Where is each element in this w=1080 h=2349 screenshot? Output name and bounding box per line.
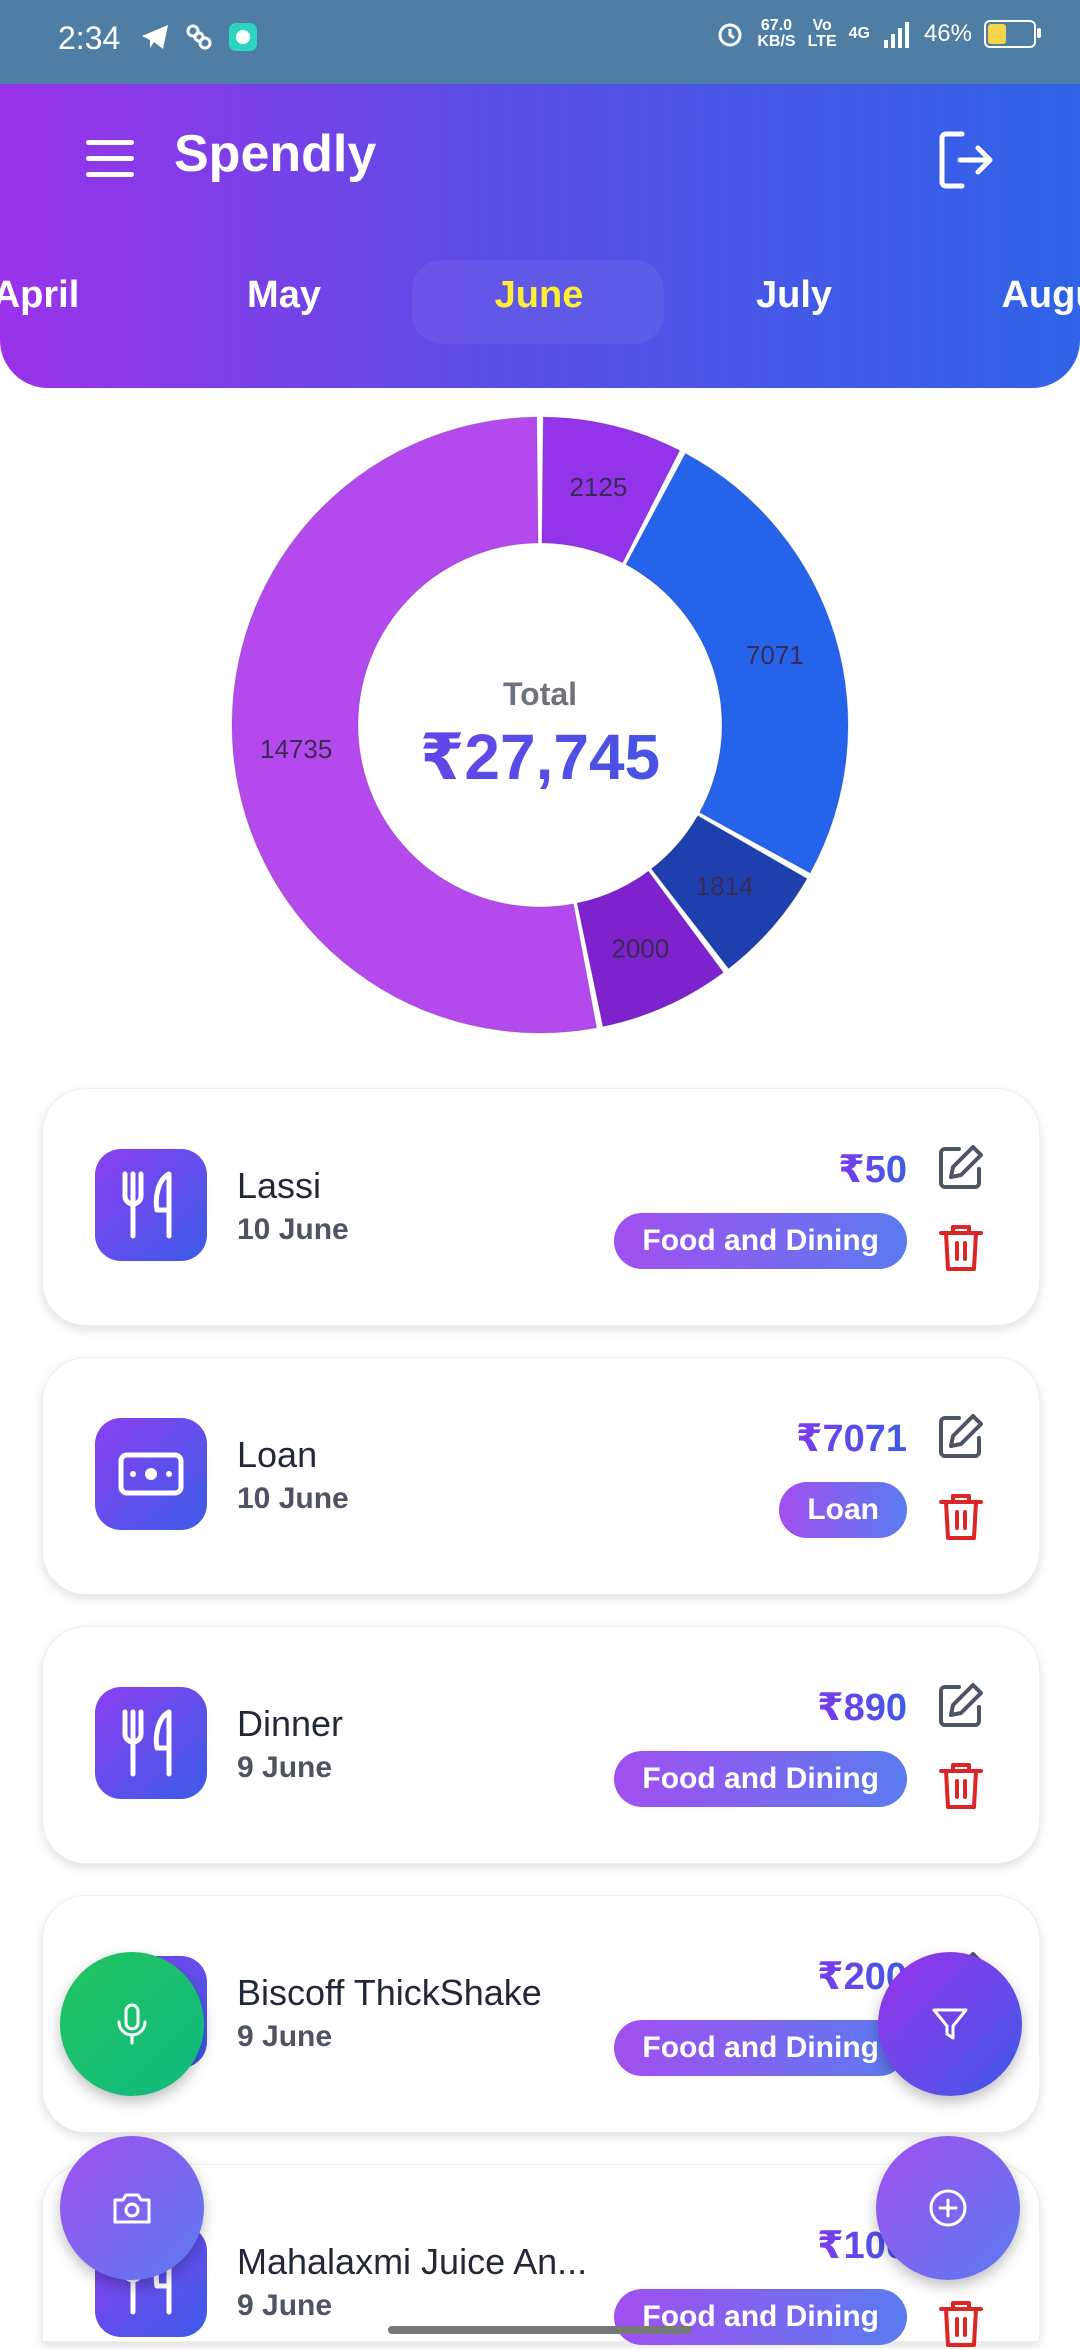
category-badge: Food and Dining — [614, 1751, 907, 1807]
status-right: 67.0 KB/S Vo LTE 4G 46% — [715, 18, 1041, 50]
notification-icons — [140, 22, 258, 52]
delete-icon[interactable] — [937, 1759, 985, 1811]
net-speed: 67.0 KB/S — [757, 18, 795, 50]
delete-icon[interactable] — [937, 2297, 985, 2349]
camera-icon — [113, 2193, 151, 2224]
total-label: Total — [502, 676, 578, 712]
volte-top: Vo — [812, 17, 832, 34]
menu-icon[interactable] — [86, 140, 134, 180]
home-indicator — [388, 2326, 692, 2334]
expense-date: 10 June — [237, 1213, 349, 1246]
battery-fill — [988, 24, 1006, 44]
edit-icon[interactable] — [935, 1141, 987, 1193]
telegram-icon — [142, 25, 168, 49]
expense-name: Dinner — [237, 1703, 344, 1744]
expense-name: Mahalaxmi Juice An... — [237, 2241, 588, 2282]
cash-icon — [95, 1418, 207, 1530]
expense-date: 10 June — [237, 1482, 349, 1515]
scan-receipt-button[interactable] — [60, 2136, 204, 2280]
slice-label: 1814 — [696, 871, 754, 901]
signal-icon — [883, 22, 909, 48]
voice-input-button[interactable] — [60, 1952, 204, 2096]
volte-bottom: LTE — [807, 33, 837, 50]
month-tab-august[interactable]: Augu — [1001, 274, 1080, 317]
expense-name: Loan — [237, 1434, 318, 1475]
category-badge: Food and Dining — [614, 1213, 907, 1269]
month-tab-june[interactable]: June — [495, 274, 584, 317]
battery-icon — [984, 20, 1041, 48]
battery-percent: 46% — [923, 20, 972, 47]
status-bar: 2:34 67.0 KB/S Vo LTE 4G 46% — [0, 0, 1080, 84]
plus-circle-icon — [929, 2189, 967, 2227]
microphone-icon — [117, 2003, 147, 2045]
donut-slice[interactable] — [625, 452, 849, 874]
slice-label: 2000 — [611, 934, 669, 964]
delete-icon[interactable] — [937, 1221, 985, 1273]
add-expense-button[interactable] — [876, 2136, 1020, 2280]
category-badge: Food and Dining — [614, 2020, 907, 2076]
app-title: Spendly — [174, 125, 377, 183]
edit-icon[interactable] — [935, 1679, 987, 1731]
delete-icon[interactable] — [937, 1490, 985, 1542]
category-badge: Food and Dining — [614, 2289, 907, 2345]
alarm-icon — [718, 23, 742, 47]
expense-amount: ₹7071 — [796, 1418, 907, 1460]
pinwheel-icon — [186, 24, 212, 50]
expense-date: 9 June — [237, 2020, 333, 2053]
slice-label: 2125 — [569, 472, 627, 502]
expense-date: 9 June — [237, 1751, 333, 1784]
expense-name: Biscoff ThickShake — [237, 1972, 542, 2013]
month-tab-april[interactable]: April — [0, 274, 79, 317]
expense-name: Lassi — [237, 1165, 322, 1206]
edit-icon[interactable] — [935, 1410, 987, 1462]
status-time: 2:34 — [58, 20, 121, 56]
fork-knife-icon — [95, 1149, 207, 1261]
net-speed-unit: KB/S — [757, 33, 796, 50]
app-header: Spendly April May June July Augu — [0, 84, 1080, 388]
net-speed-value: 67.0 — [760, 17, 793, 34]
month-selector: April May June July Augu — [0, 274, 1080, 354]
category-badge: Loan — [779, 1482, 907, 1538]
volte-indicator: Vo LTE — [808, 18, 837, 50]
filter-button[interactable] — [878, 1952, 1022, 2096]
expense-date: 9 June — [237, 2289, 333, 2322]
expense-amount: ₹890 — [817, 1687, 907, 1729]
logout-icon[interactable] — [936, 128, 996, 192]
month-tab-july[interactable]: July — [756, 274, 832, 317]
expense-card[interactable]: Loan 10 June ₹7071 Loan — [42, 1357, 1040, 1595]
total-value: ₹27,745 — [220, 720, 860, 795]
fork-knife-icon — [95, 1687, 207, 1799]
network-type: 4G — [848, 25, 870, 42]
expense-donut-chart: 212570711814200014735 Total ₹27,745 — [220, 400, 860, 1060]
chat-app-icon — [229, 23, 257, 51]
month-tab-may[interactable]: May — [247, 274, 321, 317]
expense-card[interactable]: Dinner 9 June ₹890 Food and Dining — [42, 1626, 1040, 1864]
filter-icon — [932, 2008, 968, 2040]
expense-amount: ₹50 — [838, 1149, 907, 1191]
slice-label: 7071 — [746, 640, 804, 670]
expense-card[interactable]: Lassi 10 June ₹50 Food and Dining — [42, 1088, 1040, 1326]
